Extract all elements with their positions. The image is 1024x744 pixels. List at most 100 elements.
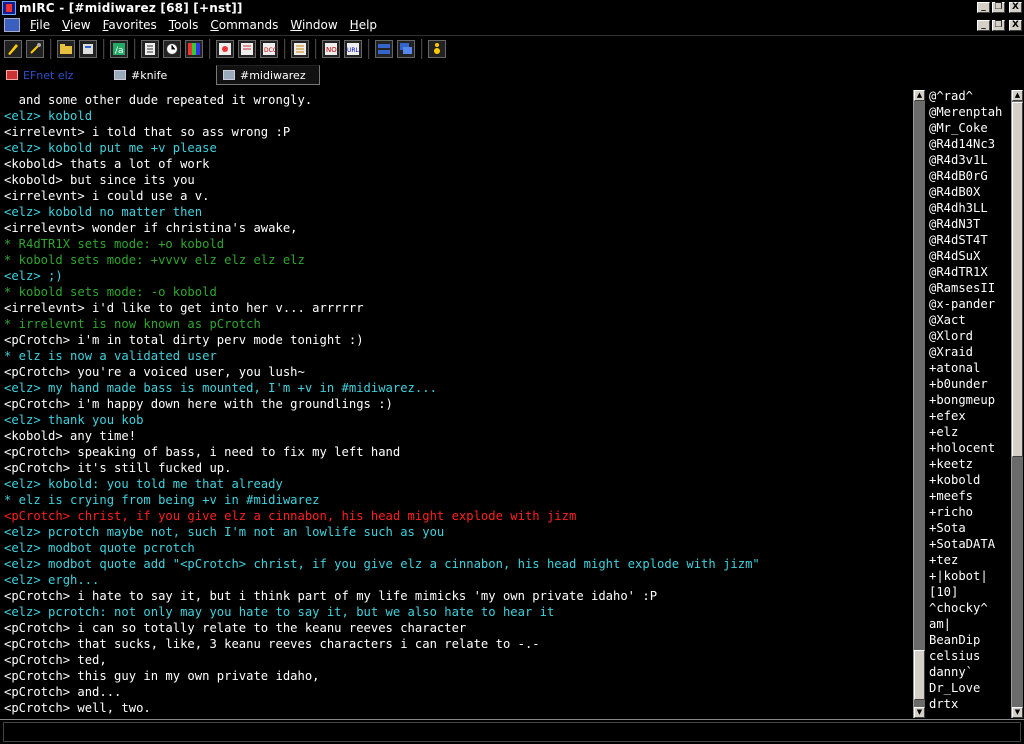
address-book-icon[interactable] bbox=[79, 40, 97, 58]
menu-window[interactable]: Window bbox=[284, 18, 343, 32]
help-icon[interactable] bbox=[428, 40, 446, 58]
nick-item[interactable]: drtx bbox=[929, 696, 1011, 712]
chat-line: <pCrotch> it's still fucked up. bbox=[4, 461, 232, 475]
scroll-up-arrow-icon[interactable]: ▲ bbox=[914, 90, 925, 101]
chat-line: <elz> kobold no matter then bbox=[4, 205, 203, 219]
nick-item[interactable]: @x-pander bbox=[929, 296, 1011, 312]
nick-item[interactable]: +keetz bbox=[929, 456, 1011, 472]
chat-line: <pCrotch> you're a voiced user, you lush… bbox=[4, 365, 305, 379]
dcc-send-icon[interactable] bbox=[141, 40, 159, 58]
dcc-icon[interactable]: DCC bbox=[260, 40, 278, 58]
tile-icon[interactable] bbox=[375, 40, 393, 58]
chat-line: <pCrotch> ted, bbox=[4, 653, 107, 667]
scroll-up-arrow-icon[interactable]: ▲ bbox=[1012, 90, 1023, 101]
child-minimize-button[interactable]: _ bbox=[977, 20, 990, 31]
log-icon[interactable] bbox=[291, 40, 309, 58]
child-close-button[interactable]: X bbox=[1009, 20, 1022, 31]
mirc-app-icon[interactable] bbox=[2, 1, 16, 15]
scroll-down-arrow-icon[interactable]: ▼ bbox=[914, 707, 925, 718]
chat-log[interactable]: and some other dude repeated it wrongly.… bbox=[0, 88, 912, 718]
nick-item[interactable]: ^chocky^ bbox=[929, 600, 1011, 616]
chat-scrollbar[interactable]: ▲ ▼ bbox=[913, 90, 925, 718]
tab-efnet-status[interactable]: EFnet elz bbox=[0, 65, 100, 85]
menu-help[interactable]: Help bbox=[344, 18, 383, 32]
nick-item[interactable]: +richo bbox=[929, 504, 1011, 520]
nick-item[interactable]: danny` bbox=[929, 664, 1011, 680]
nick-item[interactable]: +SotaDATA bbox=[929, 536, 1011, 552]
scroll-down-arrow-icon[interactable]: ▼ bbox=[1012, 707, 1023, 718]
scripts-editor-icon[interactable]: /a bbox=[110, 40, 128, 58]
nick-item[interactable]: @R4dSuX bbox=[929, 248, 1011, 264]
nick-item[interactable]: +tez bbox=[929, 552, 1011, 568]
nick-item[interactable]: +meefs bbox=[929, 488, 1011, 504]
colors-icon[interactable] bbox=[185, 40, 203, 58]
chat-scroll-thumb[interactable] bbox=[914, 650, 925, 700]
channel-window-icon[interactable] bbox=[4, 18, 20, 32]
nick-item[interactable]: +|kobot| bbox=[929, 568, 1011, 584]
nick-item[interactable]: +kobold bbox=[929, 472, 1011, 488]
nick-item[interactable]: @R4dST4T bbox=[929, 232, 1011, 248]
menu-favorites[interactable]: Favorites bbox=[97, 18, 163, 32]
menu-tools[interactable]: Tools bbox=[163, 18, 205, 32]
nick-item[interactable]: Dr_Love bbox=[929, 680, 1011, 696]
status-window-icon bbox=[6, 70, 18, 80]
nick-item[interactable]: @Xlord bbox=[929, 328, 1011, 344]
nick-list[interactable]: @^rad^ @Merenptah @Mr_Coke @R4d14Nc3 @R4d3v1… bbox=[927, 88, 1011, 718]
close-button[interactable]: X bbox=[1009, 2, 1022, 13]
dcc-chat-icon[interactable] bbox=[216, 40, 234, 58]
nick-item[interactable]: @R4dB0X bbox=[929, 184, 1011, 200]
minimize-button[interactable]: _ bbox=[977, 2, 990, 13]
editbox bbox=[0, 719, 1024, 744]
nick-item[interactable]: @Merenptah bbox=[929, 104, 1011, 120]
cascade-icon[interactable] bbox=[397, 40, 415, 58]
nick-item[interactable]: +Sota bbox=[929, 520, 1011, 536]
nick-item[interactable]: @R4dTR1X bbox=[929, 264, 1011, 280]
url-icon[interactable]: URL bbox=[344, 40, 362, 58]
nicklist-scroll-thumb[interactable] bbox=[1012, 102, 1023, 457]
nick-item[interactable]: +b0under bbox=[929, 376, 1011, 392]
message-input[interactable] bbox=[3, 722, 1021, 742]
tab-knife[interactable]: #knife bbox=[108, 65, 208, 85]
chat-line: <irrelevnt> i'd like to get into her v..… bbox=[4, 301, 364, 315]
nick-item[interactable]: +efex bbox=[929, 408, 1011, 424]
nick-item[interactable]: BeanDip bbox=[929, 632, 1011, 648]
nick-item[interactable]: [10] bbox=[929, 584, 1011, 600]
notify-icon[interactable]: NO bbox=[322, 40, 340, 58]
chat-line: <pCrotch> i'm happy down here with the g… bbox=[4, 397, 393, 411]
chat-line: * kobold sets mode: +vvvv elz elz elz el… bbox=[4, 253, 305, 267]
tab-midiwarez[interactable]: #midiwarez bbox=[216, 65, 320, 85]
nick-item[interactable]: +bongmeup bbox=[929, 392, 1011, 408]
options-icon[interactable] bbox=[26, 40, 44, 58]
menu-view[interactable]: View bbox=[56, 18, 96, 32]
chat-line: <kobold> but since its you bbox=[4, 173, 195, 187]
connect-icon[interactable] bbox=[4, 40, 22, 58]
nick-item[interactable]: @Xraid bbox=[929, 344, 1011, 360]
child-restore-button[interactable]: ❐ bbox=[992, 20, 1005, 31]
title-bar[interactable]: mIRC - [#midiwarez [68] [+nst]] _ ❐ X bbox=[0, 0, 1024, 16]
chat-line: <irrelevnt> i could use a v. bbox=[4, 189, 210, 203]
fonts-icon[interactable] bbox=[238, 40, 256, 58]
nick-item[interactable]: @R4dN3T bbox=[929, 216, 1011, 232]
menu-bar: File View Favorites Tools Commands Windo… bbox=[0, 16, 1024, 34]
nick-item[interactable]: @Xact bbox=[929, 312, 1011, 328]
nick-item[interactable]: @RamsesII bbox=[929, 280, 1011, 296]
nick-item[interactable]: @R4d14Nc3 bbox=[929, 136, 1011, 152]
nick-item[interactable]: celsius bbox=[929, 648, 1011, 664]
nick-item[interactable]: +atonal bbox=[929, 360, 1011, 376]
nick-item[interactable]: @R4d3v1L bbox=[929, 152, 1011, 168]
chat-line: <pCrotch> this guy in my own private ida… bbox=[4, 669, 320, 683]
nick-item[interactable]: +elz bbox=[929, 424, 1011, 440]
restore-button[interactable]: ❐ bbox=[992, 2, 1005, 13]
svg-text:NO: NO bbox=[326, 46, 337, 54]
nicklist-scrollbar[interactable]: ▲ ▼ bbox=[1011, 90, 1023, 718]
nick-item[interactable]: +holocent bbox=[929, 440, 1011, 456]
menu-commands[interactable]: Commands bbox=[204, 18, 284, 32]
nick-item[interactable]: am| bbox=[929, 616, 1011, 632]
nick-item[interactable]: @Mr_Coke bbox=[929, 120, 1011, 136]
nick-item[interactable]: @R4dB0rG bbox=[929, 168, 1011, 184]
menu-file[interactable]: File bbox=[24, 18, 56, 32]
channels-folder-icon[interactable] bbox=[57, 40, 75, 58]
timer-icon[interactable] bbox=[163, 40, 181, 58]
nick-item[interactable]: @^rad^ bbox=[929, 88, 1011, 104]
nick-item[interactable]: @R4dh3LL bbox=[929, 200, 1011, 216]
